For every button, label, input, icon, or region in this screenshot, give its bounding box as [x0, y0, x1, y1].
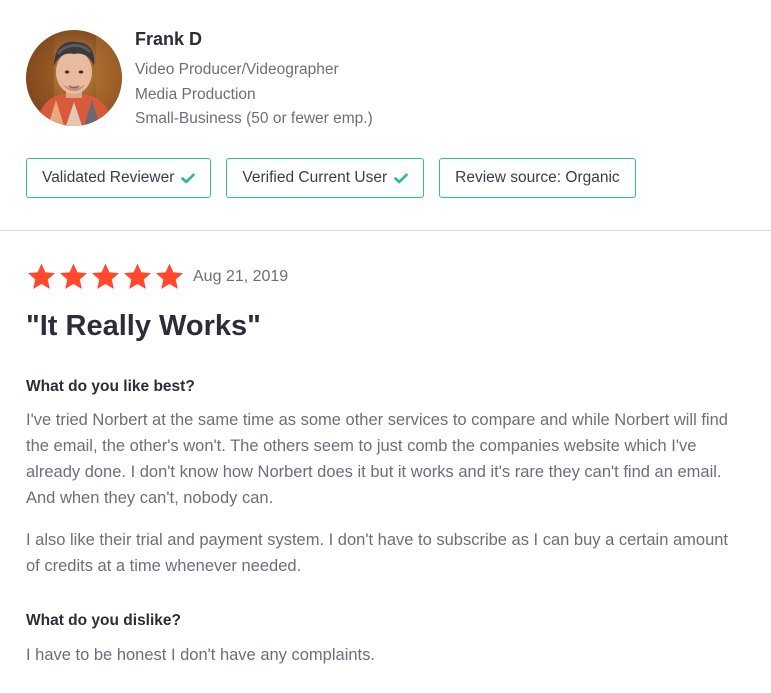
badge-validated-reviewer[interactable]: Validated Reviewer — [26, 158, 212, 198]
reviewer-photo — [26, 30, 122, 126]
badge-label: Review source: Organic — [455, 169, 620, 186]
check-icon — [394, 173, 408, 184]
reviewer-industry: Media Production — [135, 85, 256, 103]
reviewer-profile: Frank D Video Producer/Videographer Medi… — [26, 28, 746, 138]
like-best-question: What do you like best? — [26, 378, 195, 395]
review-title: "It Really Works" — [26, 310, 261, 342]
badge-review-source[interactable]: Review source: Organic — [439, 158, 636, 198]
check-icon — [181, 173, 196, 184]
avatar[interactable] — [26, 30, 122, 126]
like-best-answer-2: I also like their trial and payment syst… — [26, 531, 729, 575]
reviewer-title: Video Producer/Videographer — [135, 61, 339, 78]
star-rating — [26, 262, 185, 292]
star-icon — [124, 263, 151, 289]
section-divider — [0, 230, 771, 231]
review-date: Aug 21, 2019 — [193, 268, 289, 285]
reviewer-badges: Validated Reviewer Verified Current User… — [26, 158, 636, 200]
star-icon — [92, 263, 119, 289]
reviewer-name[interactable]: Frank D — [135, 28, 373, 50]
star-icon — [60, 263, 87, 289]
star-icon — [28, 263, 55, 289]
dislike-answer: I have to be honest I don't have any com… — [26, 646, 375, 664]
badge-label: Verified Current User — [242, 169, 388, 186]
reviewer-company-size: Small-Business (50 or fewer emp.) — [135, 110, 373, 127]
like-best-answer-1: I've tried Norbert at the same time as s… — [26, 411, 728, 507]
reviewer-info: Frank D Video Producer/Videographer Medi… — [135, 28, 373, 132]
rating-row: Aug 21, 2019 — [26, 261, 288, 293]
badge-verified-current-user[interactable]: Verified Current User — [226, 158, 425, 198]
badge-label: Validated Reviewer — [42, 169, 175, 186]
dislike-question: What do you dislike? — [26, 612, 182, 629]
star-icon — [156, 263, 183, 289]
